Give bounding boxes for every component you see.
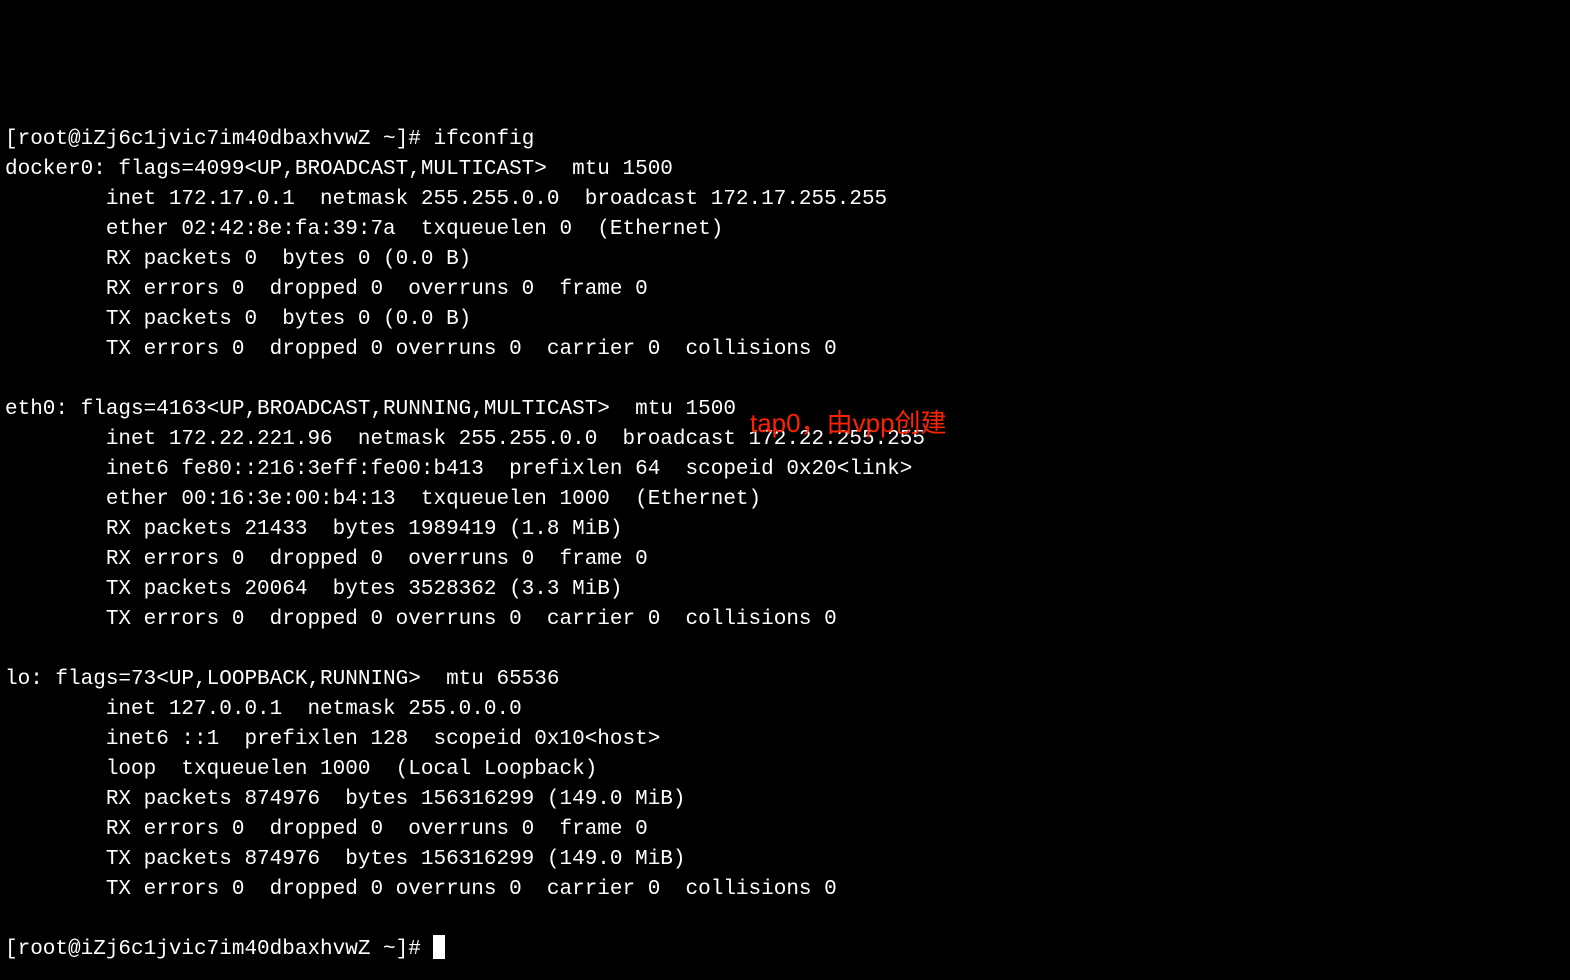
iface-eth0-rx-packets: RX packets 21433 bytes 1989419 (1.8 MiB): [5, 518, 623, 541]
iface-eth0-inet6: inet6 fe80::216:3eff:fe00:b413 prefixlen…: [5, 458, 912, 481]
iface-docker0-inet: inet 172.17.0.1 netmask 255.255.0.0 broa…: [5, 188, 887, 211]
iface-eth0-tx-errors: TX errors 0 dropped 0 overruns 0 carrier…: [5, 608, 837, 631]
iface-lo-tx-errors: TX errors 0 dropped 0 overruns 0 carrier…: [5, 878, 837, 901]
iface-lo-flags: lo: flags=73<UP,LOOPBACK,RUNNING> mtu 65…: [5, 668, 560, 691]
iface-docker0-tx-packets: TX packets 0 bytes 0 (0.0 B): [5, 308, 471, 331]
iface-docker0-flags: docker0: flags=4099<UP,BROADCAST,MULTICA…: [5, 158, 673, 181]
iface-lo-rx-packets: RX packets 874976 bytes 156316299 (149.0…: [5, 788, 686, 811]
iface-lo-inet: inet 127.0.0.1 netmask 255.0.0.0: [5, 698, 522, 721]
iface-lo-rx-errors: RX errors 0 dropped 0 overruns 0 frame 0: [5, 818, 648, 841]
shell-prompt: [root@iZj6c1jvic7im40dbaxhvwZ ~]#: [5, 128, 433, 151]
iface-docker0-ether: ether 02:42:8e:fa:39:7a txqueuelen 0 (Et…: [5, 218, 723, 241]
iface-lo-inet6: inet6 ::1 prefixlen 128 scopeid 0x10<hos…: [5, 728, 660, 751]
iface-docker0-tx-errors: TX errors 0 dropped 0 overruns 0 carrier…: [5, 338, 837, 361]
shell-prompt[interactable]: [root@iZj6c1jvic7im40dbaxhvwZ ~]#: [5, 938, 433, 961]
iface-docker0-rx-errors: RX errors 0 dropped 0 overruns 0 frame 0: [5, 278, 648, 301]
terminal-output: [root@iZj6c1jvic7im40dbaxhvwZ ~]# ifconf…: [5, 128, 925, 961]
cursor-icon: [433, 935, 445, 959]
annotation-text: tap0，由vpp创建: [750, 405, 947, 442]
iface-eth0-flags: eth0: flags=4163<UP,BROADCAST,RUNNING,MU…: [5, 398, 736, 421]
iface-eth0-tx-packets: TX packets 20064 bytes 3528362 (3.3 MiB): [5, 578, 623, 601]
iface-eth0-ether: ether 00:16:3e:00:b4:13 txqueuelen 1000 …: [5, 488, 761, 511]
command-text: ifconfig: [433, 128, 534, 151]
iface-lo-loop: loop txqueuelen 1000 (Local Loopback): [5, 758, 597, 781]
iface-lo-tx-packets: TX packets 874976 bytes 156316299 (149.0…: [5, 848, 686, 871]
iface-docker0-rx-packets: RX packets 0 bytes 0 (0.0 B): [5, 248, 471, 271]
iface-eth0-rx-errors: RX errors 0 dropped 0 overruns 0 frame 0: [5, 548, 648, 571]
